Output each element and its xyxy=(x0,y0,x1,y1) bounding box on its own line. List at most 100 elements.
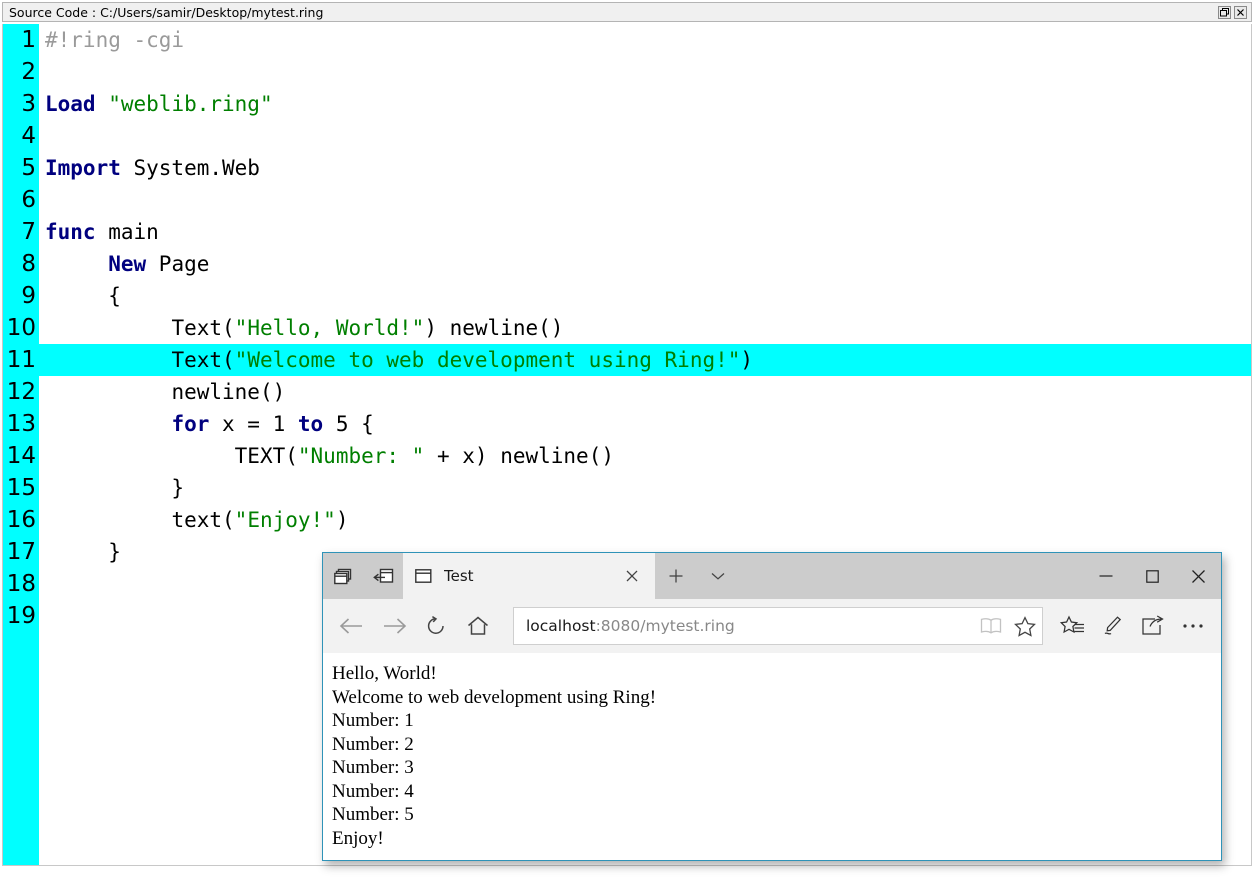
token-function: text xyxy=(171,508,222,532)
refresh-icon xyxy=(425,615,447,637)
line-text: New Page xyxy=(39,248,209,280)
token-plain: ( xyxy=(222,348,235,372)
line-text: } xyxy=(39,472,184,504)
settings-more-button[interactable] xyxy=(1173,605,1213,647)
tab-favicon-icon xyxy=(415,569,432,583)
line-text xyxy=(39,568,45,600)
address-bar[interactable]: localhost:8080/mytest.ring xyxy=(513,607,1043,645)
line-number: 12 xyxy=(3,376,39,408)
restore-button[interactable] xyxy=(1218,6,1231,19)
page-text-line: Welcome to web development using Ring! xyxy=(332,686,1221,710)
tab-title: Test xyxy=(444,567,619,585)
token-plain: ( xyxy=(222,508,235,532)
code-line[interactable]: 6 xyxy=(3,184,1251,216)
token-plain xyxy=(45,348,171,372)
token-plain: ( xyxy=(285,444,298,468)
code-line[interactable]: 13 for x = 1 to 5 { xyxy=(3,408,1251,440)
code-line[interactable]: 15 } xyxy=(3,472,1251,504)
token-function: Text xyxy=(171,348,222,372)
code-line[interactable]: 11 Text("Welcome to web development usin… xyxy=(3,344,1251,376)
line-text xyxy=(39,56,45,88)
token-function: Text xyxy=(171,316,222,340)
forward-arrow-icon xyxy=(381,616,407,636)
line-number: 2 xyxy=(3,56,39,88)
line-text: func main xyxy=(39,216,159,248)
line-number: 1 xyxy=(3,24,39,56)
plus-icon xyxy=(668,568,684,584)
token-function: newline xyxy=(171,380,260,404)
browser-tab[interactable]: Test xyxy=(403,553,655,599)
token-plain: } xyxy=(45,476,184,500)
line-text: Text("Hello, World!") newline() xyxy=(39,312,563,344)
minimize-button[interactable] xyxy=(1083,553,1129,599)
code-line[interactable]: 14 TEXT("Number: " + x) newline() xyxy=(3,440,1251,472)
code-line[interactable]: 5Import System.Web xyxy=(3,152,1251,184)
set-aside-tabs-button[interactable] xyxy=(363,553,403,599)
token-plain xyxy=(45,444,235,468)
token-plain: ) xyxy=(336,508,349,532)
code-line[interactable]: 3Load "weblib.ring" xyxy=(3,88,1251,120)
page-text-line: Number: 4 xyxy=(332,780,1221,804)
browser-window-controls xyxy=(1083,553,1221,599)
line-text: text("Enjoy!") xyxy=(39,504,348,536)
forward-button[interactable] xyxy=(373,605,415,647)
page-content: Hello, World!Welcome to web development … xyxy=(323,653,1221,860)
token-function: newline xyxy=(500,444,589,468)
home-button[interactable] xyxy=(457,605,499,647)
token-keyword: Import xyxy=(45,156,121,180)
add-favorite-button[interactable] xyxy=(1008,608,1042,644)
back-button[interactable] xyxy=(331,605,373,647)
line-number: 16 xyxy=(3,504,39,536)
code-line[interactable]: 8 New Page xyxy=(3,248,1251,280)
token-plain xyxy=(45,252,108,276)
new-tab-button[interactable] xyxy=(655,553,697,599)
maximize-button[interactable] xyxy=(1129,553,1175,599)
code-line[interactable]: 4 xyxy=(3,120,1251,152)
line-text xyxy=(39,600,45,632)
code-line[interactable]: 16 text("Enjoy!") xyxy=(3,504,1251,536)
line-text: Import System.Web xyxy=(39,152,260,184)
share-button[interactable] xyxy=(1133,605,1173,647)
tab-previews-button[interactable] xyxy=(323,553,363,599)
web-notes-button[interactable] xyxy=(1093,605,1133,647)
token-function: newline xyxy=(450,316,539,340)
page-text-line: Number: 5 xyxy=(332,803,1221,827)
code-line[interactable]: 10 Text("Hello, World!") newline() xyxy=(3,312,1251,344)
line-number: 3 xyxy=(3,88,39,120)
line-text: #!ring -cgi xyxy=(39,24,184,56)
minimize-icon xyxy=(1099,570,1113,582)
token-plain: ( xyxy=(222,316,235,340)
line-text: TEXT("Number: " + x) newline() xyxy=(39,440,614,472)
line-number: 11 xyxy=(3,344,39,376)
reading-view-button[interactable] xyxy=(974,608,1008,644)
hub-button[interactable] xyxy=(1053,605,1093,647)
line-text xyxy=(39,184,45,216)
share-icon xyxy=(1141,615,1165,637)
line-number: 13 xyxy=(3,408,39,440)
token-plain: 5 { xyxy=(323,412,374,436)
tab-dropdown-button[interactable] xyxy=(697,553,739,599)
browser-tab-strip: Test xyxy=(323,553,1221,599)
refresh-button[interactable] xyxy=(415,605,457,647)
line-number: 4 xyxy=(3,120,39,152)
token-string: "weblib.ring" xyxy=(108,92,272,116)
code-line[interactable]: 7func main xyxy=(3,216,1251,248)
tab-close-button[interactable] xyxy=(619,569,645,583)
token-plain: main xyxy=(96,220,159,244)
url-path: :8080/mytest.ring xyxy=(596,617,735,635)
close-button[interactable] xyxy=(1234,6,1247,19)
code-line[interactable]: 12 newline() xyxy=(3,376,1251,408)
code-line[interactable]: 9 { xyxy=(3,280,1251,312)
page-text-line: Enjoy! xyxy=(332,827,1221,851)
code-line[interactable]: 2 xyxy=(3,56,1251,88)
page-text-line: Hello, World! xyxy=(332,662,1221,686)
code-line[interactable]: 1#!ring -cgi xyxy=(3,24,1251,56)
line-number: 19 xyxy=(3,600,39,632)
close-button[interactable] xyxy=(1175,553,1221,599)
close-icon xyxy=(1191,569,1206,584)
token-plain: + x) xyxy=(424,444,500,468)
line-text: } xyxy=(39,536,121,568)
token-keyword: for xyxy=(171,412,209,436)
token-keyword: to xyxy=(298,412,323,436)
token-plain: () xyxy=(260,380,285,404)
